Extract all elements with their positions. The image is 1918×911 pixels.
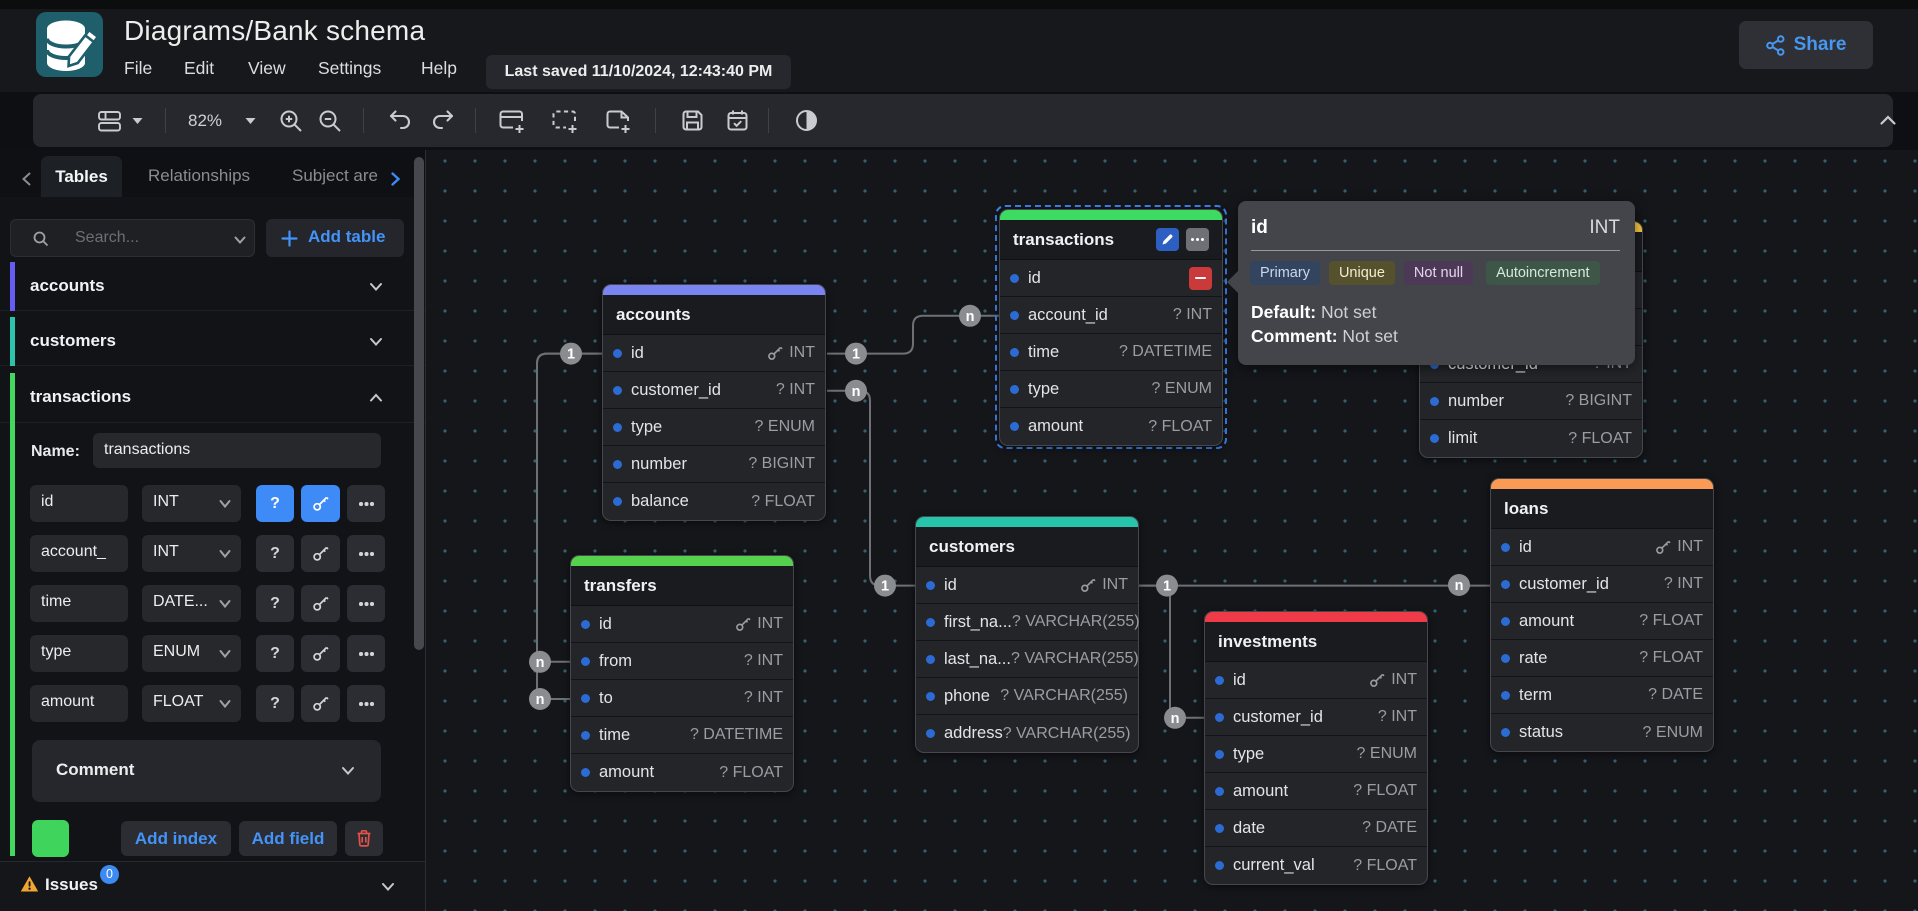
svg-text:n: n bbox=[536, 692, 545, 708]
svg-text:n: n bbox=[1171, 711, 1180, 727]
svg-text:1: 1 bbox=[1163, 579, 1171, 595]
svg-text:1: 1 bbox=[567, 347, 575, 363]
svg-text:1: 1 bbox=[881, 579, 889, 595]
svg-text:1: 1 bbox=[852, 347, 860, 363]
svg-text:n: n bbox=[852, 384, 861, 400]
svg-text:n: n bbox=[536, 655, 545, 671]
svg-text:n: n bbox=[966, 309, 975, 325]
svg-text:n: n bbox=[1455, 578, 1464, 594]
